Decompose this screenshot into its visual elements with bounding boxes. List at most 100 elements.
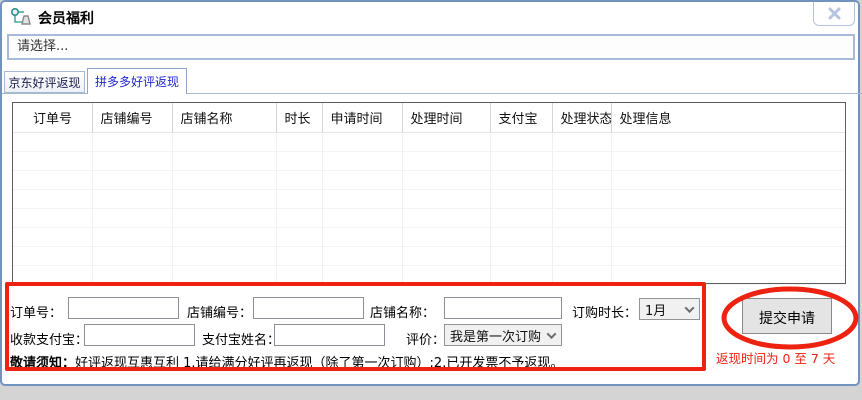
- table-cell: [13, 208, 93, 228]
- table-cell: [490, 132, 553, 152]
- alipay-name-input[interactable]: [274, 324, 385, 346]
- table-cell: [322, 189, 403, 209]
- shop-name-input[interactable]: [444, 297, 562, 319]
- submit-application-button[interactable]: 提交申请: [742, 298, 832, 334]
- tab-label: 拼多多好评返现: [94, 75, 179, 89]
- table-cell: [490, 189, 553, 209]
- table-cell: [322, 208, 403, 228]
- shop-name-label: 店铺名称：: [370, 306, 436, 321]
- notice-lead: 敬请须知：: [10, 356, 76, 371]
- applications-table: 订单号 店铺编号 店铺名称 时长 申请时间 处理时间 支付宝 处理状态 处理信息: [12, 102, 846, 285]
- table-cell: [402, 208, 491, 228]
- column-header-shop-name[interactable]: 店铺名称: [172, 103, 277, 133]
- table-cell: [402, 151, 491, 171]
- table-row: [13, 246, 845, 266]
- table-cell: [490, 246, 553, 266]
- column-header-status[interactable]: 处理状态: [552, 103, 612, 133]
- table-cell: [172, 170, 277, 190]
- table-cell: [552, 246, 612, 266]
- table-cell: [611, 227, 845, 247]
- table-cell: [92, 246, 173, 266]
- table-cell: [276, 265, 323, 285]
- table-cell: [13, 151, 93, 171]
- column-header-duration[interactable]: 时长: [276, 103, 323, 133]
- column-header-handle-time[interactable]: 处理时间: [402, 103, 491, 133]
- table-cell: [172, 151, 277, 171]
- chevron-down-icon: [546, 328, 557, 339]
- table-cell: [552, 265, 612, 285]
- table-cell: [611, 132, 845, 152]
- table-cell: [490, 151, 553, 171]
- table-cell: [402, 246, 491, 266]
- duration-label: 订购时长：: [572, 306, 638, 321]
- column-header-alipay[interactable]: 支付宝: [490, 103, 553, 133]
- table-cell: [490, 170, 553, 190]
- tab-label: 京东好评返现: [8, 75, 81, 90]
- table-cell: [402, 189, 491, 209]
- table-cell: [322, 246, 403, 266]
- category-select[interactable]: 请选择...: [7, 34, 855, 60]
- table-cell: [552, 208, 612, 228]
- table-cell: [172, 246, 277, 266]
- table-cell: [172, 132, 277, 152]
- alipay-account-input[interactable]: [84, 324, 195, 346]
- table-cell: [611, 265, 845, 285]
- table-cell: [13, 132, 93, 152]
- table-cell: [276, 227, 323, 247]
- table-cell: [276, 151, 323, 171]
- table-row: [13, 208, 845, 228]
- table-cell: [92, 227, 173, 247]
- rating-label: 评价：: [406, 333, 446, 348]
- table-cell: [276, 246, 323, 266]
- shop-id-input[interactable]: [253, 297, 364, 319]
- table-cell: [92, 208, 173, 228]
- table-cell: [92, 189, 173, 209]
- table-row: [13, 227, 845, 247]
- column-header-shop-id[interactable]: 店铺编号: [92, 103, 173, 133]
- member-benefits-window: 会员福利 请选择... 京东好评返现 拼多多好评返现 订单号 店铺编号 店铺名称…: [0, 0, 862, 386]
- table-cell: [172, 265, 277, 285]
- table-row: [13, 151, 845, 171]
- table-cell: [276, 189, 323, 209]
- table-cell: [490, 227, 553, 247]
- alipay-name-label: 支付宝姓名：: [202, 333, 281, 348]
- table-cell: [13, 227, 93, 247]
- rating-select[interactable]: 我是第一次订购: [444, 324, 562, 346]
- table-cell: [172, 227, 277, 247]
- table-cell: [322, 151, 403, 171]
- tab-jd-cashback[interactable]: 京东好评返现: [4, 71, 85, 93]
- table-cell: [490, 265, 553, 285]
- table-cell: [13, 246, 93, 266]
- table-cell: [172, 208, 277, 228]
- table-cell: [92, 170, 173, 190]
- table-cell: [552, 132, 612, 152]
- order-no-label: 订单号：: [10, 306, 63, 321]
- column-header-apply-time[interactable]: 申请时间: [322, 103, 403, 133]
- table-cell: [13, 170, 93, 190]
- duration-select-value: 1月: [645, 303, 667, 319]
- table-cell: [552, 170, 612, 190]
- table-cell: [92, 151, 173, 171]
- table-cell: [13, 265, 93, 285]
- table-cell: [172, 189, 277, 209]
- cashback-time-note: 返现时间为 0 至 7 天: [716, 351, 836, 366]
- shop-id-label: 店铺编号：: [187, 306, 253, 321]
- chevron-down-icon: [684, 302, 695, 313]
- duration-select[interactable]: 1月: [639, 298, 700, 320]
- table-cell: [552, 151, 612, 171]
- table-cell: [611, 208, 845, 228]
- column-header-info[interactable]: 处理信息: [611, 103, 845, 133]
- window-title: 会员福利: [38, 11, 94, 27]
- close-button[interactable]: [813, 2, 855, 26]
- table-cell: [611, 151, 845, 171]
- table-cell: [276, 132, 323, 152]
- table-cell: [276, 208, 323, 228]
- table-cell: [13, 189, 93, 209]
- order-no-input[interactable]: [68, 297, 179, 319]
- category-select-value: 请选择...: [17, 39, 69, 54]
- table-cell: [611, 170, 845, 190]
- table-row: [13, 170, 845, 190]
- tab-pdd-cashback[interactable]: 拼多多好评返现: [87, 68, 187, 94]
- column-header-order-no[interactable]: 订单号: [13, 103, 93, 133]
- table-cell: [322, 132, 403, 152]
